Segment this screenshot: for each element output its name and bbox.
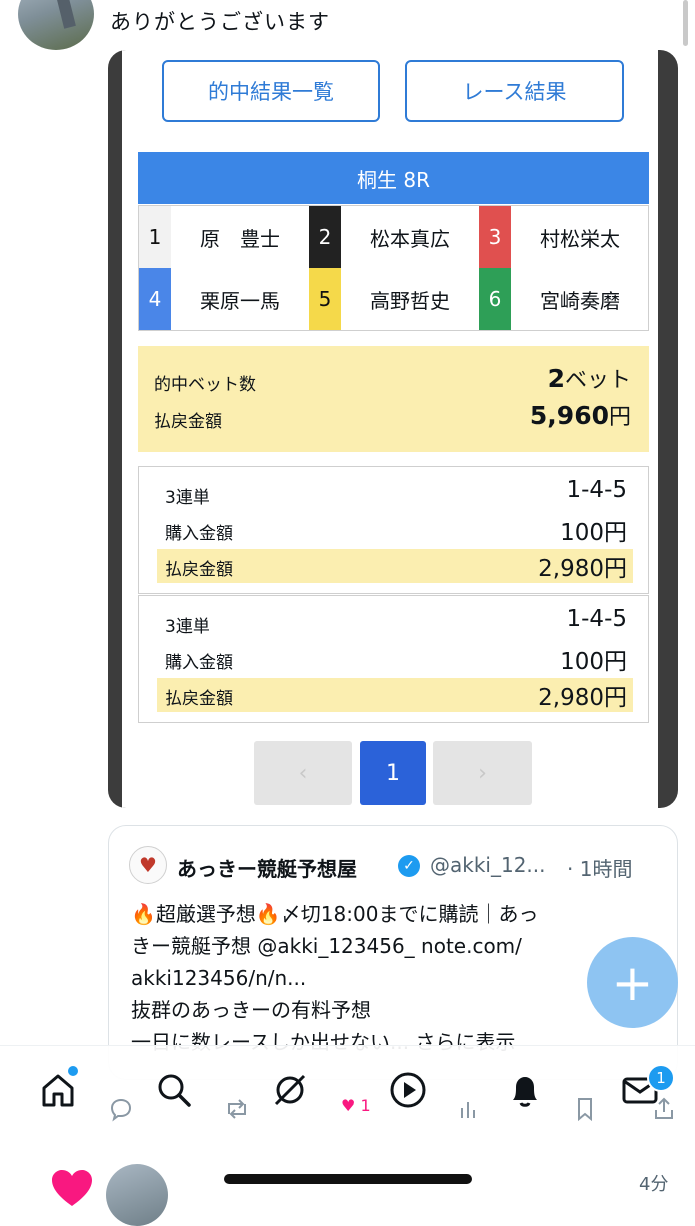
prev-page-button[interactable]: ‹ — [254, 741, 352, 805]
racer-name: 高野哲史 — [370, 288, 450, 313]
payout-amount: 2,980円 — [538, 556, 627, 582]
purchase-amount: 100円 — [560, 649, 627, 675]
purchase-label: 購入金額 — [165, 524, 233, 544]
bet-card: 3連単 1-4-5 購入金額 100円 払戻金額 2,980円 — [138, 466, 649, 594]
compose-button[interactable]: + — [587, 937, 678, 1028]
racer-3: 3 村松栄太 — [479, 206, 649, 268]
race-results-button[interactable]: レース結果 — [405, 60, 624, 122]
quoted-tweet-card[interactable]: ♥ あっきー競艇予想屋 ✓ @akki_12... · 1時間 🔥超厳選予想🔥〆… — [108, 825, 678, 1080]
hit-bets-label: 的中ベット数 — [154, 375, 256, 395]
like-button[interactable]: ♥ 1 — [341, 1096, 371, 1115]
bet-type: 3連単 — [165, 617, 210, 637]
share-icon[interactable] — [652, 1096, 676, 1126]
home-indicator — [224, 1174, 472, 1184]
racer-name: 原 豊士 — [200, 226, 280, 251]
like-notification-heart-icon — [50, 1168, 94, 1212]
bet-card: 3連単 1-4-5 購入金額 100円 払戻金額 2,980円 — [138, 595, 649, 723]
home-dot-indicator — [68, 1066, 78, 1076]
payout-label: 払戻金額 — [154, 412, 222, 432]
like-heart-icon: ♥ — [341, 1096, 356, 1115]
quoted-avatar: ♥ — [129, 846, 167, 884]
payout-label: 払戻金額 — [165, 560, 233, 580]
purchase-label: 購入金額 — [165, 653, 233, 673]
race-title: 桐生 8R — [138, 152, 649, 204]
reply-text: ありがとうございます — [110, 10, 330, 34]
purchase-amount: 100円 — [560, 520, 627, 546]
next-page-button[interactable]: › — [433, 741, 532, 805]
racer-number: 6 — [479, 268, 511, 330]
hit-bets-number: 2 — [547, 364, 565, 393]
retweet-icon[interactable] — [223, 1096, 251, 1126]
payout-row: 払戻金額 2,980円 — [157, 549, 633, 583]
quoted-line: 🔥超厳選予想🔥〆切18:00までに購読｜あっ — [131, 902, 539, 926]
analytics-icon[interactable] — [458, 1096, 480, 1126]
quoted-handle: @akki_12... — [430, 853, 546, 877]
payout-number: 5,960 — [529, 401, 609, 430]
payout-value: 5,960円 — [530, 399, 631, 431]
quoted-text: 🔥超厳選予想🔥〆切18:00までに購読｜あっ きー競艇予想 @akki_1234… — [131, 898, 651, 1058]
avatar[interactable] — [18, 0, 94, 50]
racer-4: 4 栗原一馬 — [139, 268, 309, 330]
play-icon[interactable] — [386, 1068, 430, 1112]
payout-unit: 円 — [608, 405, 631, 430]
racer-number: 2 — [309, 206, 341, 268]
bet-combo: 1-4-5 — [566, 606, 628, 632]
bell-icon[interactable] — [503, 1068, 547, 1112]
quoted-line: akki123456/n/n... — [131, 966, 307, 990]
bookmark-icon[interactable] — [574, 1096, 596, 1126]
payout-label: 払戻金額 — [165, 689, 233, 709]
like-count: 1 — [360, 1096, 371, 1115]
hit-bets-unit: ベット — [564, 368, 631, 393]
payout-amount: 2,980円 — [538, 685, 627, 711]
result-panel: 的中結果一覧 レース結果 桐生 8R 1 原 豊士 2 松本真広 3 村松栄太 … — [122, 50, 658, 808]
quoted-time: · 1時間 — [567, 857, 633, 881]
bet-combo: 1-4-5 — [566, 477, 628, 503]
avatar[interactable] — [106, 1164, 168, 1226]
racer-number: 1 — [139, 206, 171, 268]
racer-name: 村松栄太 — [540, 226, 620, 251]
purchase-row: 購入金額 100円 — [157, 513, 633, 547]
scrollbar[interactable] — [683, 0, 688, 46]
bet-type-row: 3連単 1-4-5 — [157, 477, 633, 511]
hits-list-button[interactable]: 的中結果一覧 — [162, 60, 380, 122]
racer-2: 2 松本真広 — [309, 206, 479, 268]
bottom-tab-bar: ♥ 1 — [0, 1045, 695, 1145]
racer-number: 5 — [309, 268, 341, 330]
racer-1: 1 原 豊士 — [139, 206, 309, 268]
racer-name: 栗原一馬 — [200, 288, 280, 313]
racer-grid: 1 原 豊士 2 松本真広 3 村松栄太 4 栗原一馬 5 高野哲史 6 宮崎奏… — [138, 205, 649, 331]
bet-type: 3連単 — [165, 488, 210, 508]
next-tweet-time: 4分 — [639, 1174, 669, 1195]
quoted-line: きー競艇予想 @akki_123456_ note.com/ — [131, 934, 522, 958]
page-1-button[interactable]: 1 — [360, 741, 426, 805]
bet-type-row: 3連単 1-4-5 — [157, 606, 633, 640]
reply-icon[interactable] — [108, 1096, 134, 1126]
hit-summary: 的中ベット数 2ベット 払戻金額 5,960円 — [138, 346, 649, 452]
tweet-image[interactable]: 的中結果一覧 レース結果 桐生 8R 1 原 豊士 2 松本真広 3 村松栄太 … — [108, 50, 678, 808]
racer-number: 3 — [479, 206, 511, 268]
search-icon[interactable] — [152, 1068, 196, 1112]
racer-6: 6 宮崎奏磨 — [479, 268, 649, 330]
quoted-display-name: あっきー競艇予想屋 — [177, 857, 357, 881]
racer-name: 宮崎奏磨 — [540, 288, 620, 313]
quoted-line: 抜群のあっきーの有料予想 — [131, 998, 371, 1022]
notification-badge: 1 — [647, 1064, 675, 1092]
hit-bets-value: 2ベット — [548, 362, 631, 394]
purchase-row: 購入金額 100円 — [157, 642, 633, 676]
verified-icon: ✓ — [398, 855, 420, 877]
payout-row: 払戻金額 2,980円 — [157, 678, 633, 712]
racer-number: 4 — [139, 268, 171, 330]
spaces-icon[interactable] — [268, 1068, 312, 1112]
racer-5: 5 高野哲史 — [309, 268, 479, 330]
racer-name: 松本真広 — [370, 226, 450, 251]
